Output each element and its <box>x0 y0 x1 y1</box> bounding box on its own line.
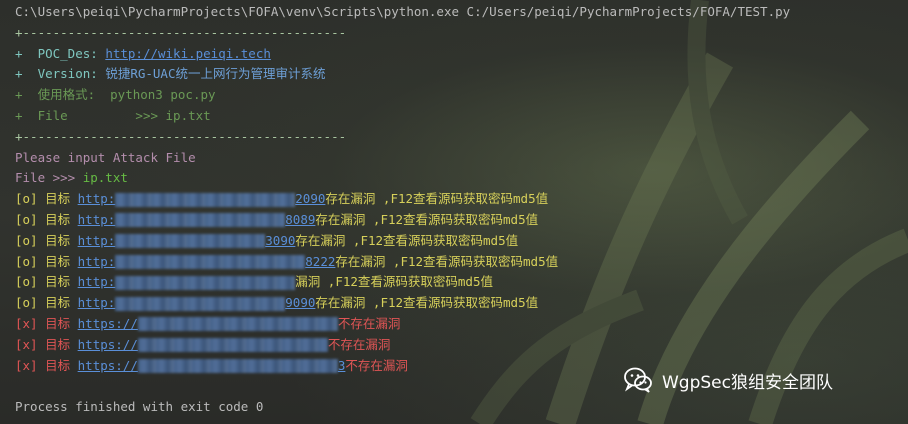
file-value: >>> ip.txt <box>135 107 211 123</box>
result-message: 不存在漏洞 <box>327 336 391 352</box>
exit-message: Process finished with exit code 0 <box>15 399 264 415</box>
banner-usage: + 使用格式: python3 poc.py <box>15 85 908 106</box>
redacted-host <box>115 275 296 290</box>
result-status: [x] 目标 <box>15 315 78 331</box>
result-row: [o] 目标 http: 3090存在漏洞 ,F12查看源码获取密码md5值 <box>15 231 908 252</box>
result-message: 存在漏洞 ,F12查看源码获取密码md5值 <box>295 232 519 248</box>
target-url-prefix: https:// <box>77 336 138 352</box>
target-url-link[interactable]: https:// <box>77 336 328 353</box>
result-status: [x] 目标 <box>15 336 78 352</box>
result-status: [o] 目标 <box>15 211 78 227</box>
file-label: + File <box>15 107 136 123</box>
terminal-window: C:\Users\peiqi\PycharmProjects\FOFA\venv… <box>0 0 908 424</box>
target-url-link[interactable]: http: 8222 <box>77 253 336 270</box>
target-url-port: 3090 <box>265 232 296 248</box>
result-row: [o] 目标 http: 2090存在漏洞 ,F12查看源码获取密码md5值 <box>15 189 908 210</box>
target-url-link[interactable]: http: <box>77 274 296 290</box>
version-value: 锐捷RG-UAC统一上网行为管理审计系统 <box>105 66 326 82</box>
banner-file: + File >>> ip.txt <box>15 106 908 127</box>
banner-version: + Version: 锐捷RG-UAC统一上网行为管理审计系统 <box>15 64 908 85</box>
result-message: 存在漏洞 ,F12查看源码获取密码md5值 <box>335 253 559 269</box>
target-url-port: 2090 <box>295 191 326 207</box>
redacted-host <box>115 234 266 249</box>
result-message: 存在漏洞 ,F12查看源码获取密码md5值 <box>315 295 539 311</box>
result-row: [o] 目标 http: 漏洞 ,F12查看源码获取密码md5值 <box>15 272 908 293</box>
command-line: C:\Users\peiqi\PycharmProjects\FOFA\venv… <box>15 4 791 19</box>
redacted-host <box>115 255 306 270</box>
target-url-prefix: http: <box>77 295 116 311</box>
target-url-prefix: http: <box>77 211 116 227</box>
watermark-text: WgpSec狼组安全团队 <box>662 372 833 393</box>
target-url-prefix: http: <box>77 191 116 207</box>
version-label: + Version: <box>15 66 106 82</box>
target-url-port: 8089 <box>285 211 316 227</box>
target-url-prefix: https:// <box>77 315 138 331</box>
result-message: 漏洞 ,F12查看源码获取密码md5值 <box>295 274 493 290</box>
target-url-port: 8222 <box>305 253 336 269</box>
banner-rule-top: +---------------------------------------… <box>15 24 347 40</box>
result-status: [o] 目标 <box>15 253 78 269</box>
file-input-value[interactable]: ip.txt <box>83 170 128 185</box>
result-row: [x] 目标 https:// 不存在漏洞 <box>15 314 908 335</box>
target-url-prefix: http: <box>77 253 116 269</box>
target-url-port: 9090 <box>285 295 316 311</box>
redacted-host <box>137 359 338 374</box>
target-url-link[interactable]: http: 9090 <box>77 295 316 311</box>
watermark: WgpSec狼组安全团队 <box>622 364 833 396</box>
redacted-host <box>115 296 286 311</box>
target-url-prefix: http: <box>77 274 116 290</box>
redacted-host <box>137 338 328 353</box>
result-message: 不存在漏洞 <box>337 315 401 331</box>
target-url-link[interactable]: https://3 <box>77 357 345 374</box>
result-status: [x] 目标 <box>15 357 78 373</box>
redacted-host <box>115 213 286 228</box>
result-status: [o] 目标 <box>15 295 78 311</box>
result-row: [o] 目标 http: 9090存在漏洞 ,F12查看源码获取密码md5值 <box>15 293 908 314</box>
redacted-host <box>137 317 338 332</box>
result-status: [o] 目标 <box>15 191 78 207</box>
target-url-link[interactable]: http: 3090 <box>77 232 296 249</box>
target-url-link[interactable]: https:// <box>77 315 338 332</box>
poc-des-link[interactable]: http://wiki.peiqi.tech <box>105 46 271 61</box>
banner-poc-des: + POC_Des: http://wiki.peiqi.tech <box>15 44 908 65</box>
result-status: [o] 目标 <box>15 232 78 248</box>
banner-rule-bottom: +---------------------------------------… <box>15 128 347 144</box>
result-row: [x] 目标 https:// 不存在漏洞 <box>15 335 908 356</box>
wechat-icon <box>624 367 652 393</box>
usage-value: python3 poc.py <box>110 87 216 103</box>
file-prompt-label: File >>> <box>15 170 83 186</box>
target-url-link[interactable]: http: 2090 <box>77 191 326 207</box>
poc-des-label: + POC_Des: <box>15 45 106 61</box>
result-row: [o] 目标 http: 8222存在漏洞 ,F12查看源码获取密码md5值 <box>15 252 908 273</box>
results-list: [o] 目标 http: 2090存在漏洞 ,F12查看源码获取密码md5值 [o]… <box>15 189 908 376</box>
result-message: 不存在漏洞 <box>345 357 408 373</box>
redacted-host <box>115 192 296 207</box>
console-output: C:\Users\peiqi\PycharmProjects\FOFA\venv… <box>15 2 908 418</box>
result-message: 存在漏洞 ,F12查看源码获取密码md5值 <box>325 191 549 207</box>
result-status: [o] 目标 <box>15 274 78 290</box>
file-input-line[interactable]: File >>> ip.txt <box>15 168 908 189</box>
usage-label: + 使用格式: <box>15 87 111 103</box>
target-url-prefix: http: <box>77 232 116 248</box>
result-message: 存在漏洞 ,F12查看源码获取密码md5值 <box>315 211 539 227</box>
attack-file-prompt: Please input Attack File <box>15 149 196 165</box>
target-url-link[interactable]: http: 8089 <box>77 211 316 228</box>
result-row: [o] 目标 http: 8089存在漏洞 ,F12查看源码获取密码md5值 <box>15 210 908 231</box>
target-url-prefix: https:// <box>77 357 138 373</box>
